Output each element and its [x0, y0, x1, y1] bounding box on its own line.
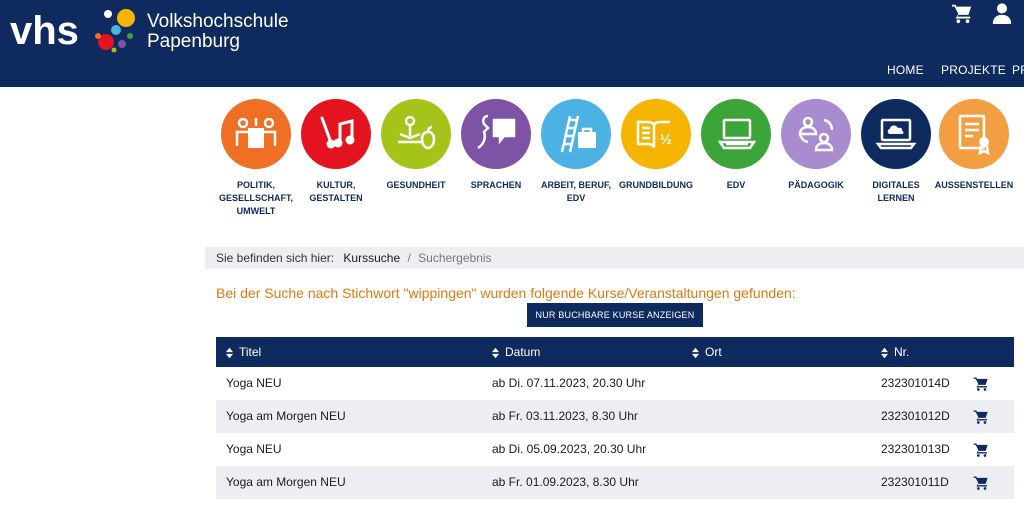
course-title[interactable]: Yoga NEU — [226, 433, 282, 466]
nav-projekte[interactable]: PROJEKTE — [941, 63, 1006, 77]
nav-home[interactable]: HOME — [887, 63, 924, 77]
category-digitales-label: DIGITALES LERNEN — [872, 180, 920, 203]
category-aussenstellen-circle[interactable] — [939, 99, 1009, 169]
meditation-apple-icon — [398, 115, 436, 150]
category-arbeit[interactable]: ARBEIT, BERUF, EDV — [536, 99, 616, 205]
course-date: ab Fr. 03.11.2023, 8.30 Uhr — [492, 409, 638, 423]
add-to-cart-icon[interactable] — [973, 442, 989, 457]
course-date: ab Di. 05.09.2023, 20.30 Uhr — [492, 442, 647, 456]
category-politik-circle[interactable] — [221, 99, 291, 169]
course-number: 232301014D — [881, 376, 950, 390]
site-header: vhs Volkshochschule Papenburg HOME PROJE… — [0, 0, 1024, 87]
category-sprachen-label: SPRACHEN — [470, 180, 522, 190]
speech-face-icon — [477, 114, 516, 150]
category-paedagogik-circle[interactable] — [781, 99, 851, 169]
category-grundbildung[interactable]: ½ GRUNDBILDUNG — [616, 99, 696, 192]
brand-name: Volkshochschule Papenburg — [147, 12, 289, 52]
category-grundbildung-label: GRUNDBILDUNG — [619, 180, 693, 190]
category-row: POLITIK, GESELLSCHAFT, UMWELT KULTUR, GE… — [216, 99, 1024, 229]
laptop-cloud-icon — [875, 118, 917, 150]
sort-icon — [881, 347, 888, 359]
column-header-datum[interactable]: Datum — [492, 337, 540, 367]
category-edv[interactable]: EDV — [696, 99, 776, 192]
people-board-icon — [235, 117, 277, 148]
table-row[interactable]: Yoga am Morgen NEU ab Fr. 03.11.2023, 8.… — [216, 400, 1014, 433]
category-kultur-label: KULTUR, GESTALTEN — [309, 180, 363, 203]
category-politik-label: POLITIK, GESELLSCHAFT, UMWELT — [218, 180, 293, 216]
column-header-ort[interactable]: Ort — [692, 337, 722, 367]
category-kultur-circle[interactable] — [301, 99, 371, 169]
category-digitales-lernen[interactable]: DIGITALES LERNEN — [856, 99, 936, 205]
category-grundbildung-circle[interactable]: ½ — [621, 99, 691, 169]
category-gesundheit-circle[interactable] — [381, 99, 451, 169]
category-sprachen[interactable]: SPRACHEN — [456, 99, 536, 192]
brush-music-icon — [320, 116, 355, 149]
certificate-icon — [958, 114, 990, 156]
search-result-heading: Bei der Suche nach Stichwort "wippingen"… — [216, 285, 796, 301]
add-to-cart-icon[interactable] — [973, 409, 989, 424]
course-date: ab Fr. 01.09.2023, 8.30 Uhr — [492, 475, 639, 489]
column-header-titel[interactable]: Titel — [226, 337, 261, 367]
svg-text:½: ½ — [660, 131, 672, 147]
column-header-label: Nr. — [894, 345, 910, 359]
category-paedagogik[interactable]: PÄDAGOGIK — [776, 99, 856, 192]
course-number: 232301011D — [881, 475, 949, 489]
bookable-filter-button[interactable]: NUR BUCHBARE KURSE ANZEIGEN — [527, 303, 703, 327]
column-header-label: Datum — [505, 345, 541, 359]
table-header: Titel Datum Ort Nr. — [216, 337, 1014, 367]
vhs-logo[interactable]: vhs — [10, 6, 140, 56]
ladder-briefcase-icon — [560, 115, 596, 153]
nav-more[interactable]: PR — [1012, 63, 1024, 77]
sort-icon — [692, 347, 699, 359]
category-aussenstellen-label: AUSSENSTELLEN — [934, 180, 1014, 190]
category-gesundheit-label: GESUNDHEIT — [386, 180, 446, 190]
svg-text:vhs: vhs — [10, 9, 79, 53]
category-sprachen-circle[interactable] — [461, 99, 531, 169]
course-number: 232301013D — [881, 442, 950, 456]
laptop-icon — [717, 118, 757, 150]
breadcrumb-prefix: Sie befinden sich hier: — [216, 251, 335, 265]
add-to-cart-icon[interactable] — [973, 376, 989, 391]
category-aussenstellen[interactable]: AUSSENSTELLEN — [934, 99, 1014, 192]
breadcrumb-current: Suchergebnis — [418, 251, 492, 265]
category-digitales-circle[interactable] — [861, 99, 931, 169]
category-kultur[interactable]: KULTUR, GESTALTEN — [296, 99, 376, 205]
sort-icon — [226, 347, 233, 359]
cart-icon[interactable] — [951, 2, 973, 24]
course-title[interactable]: Yoga am Morgen NEU — [226, 466, 346, 499]
category-paedagogik-label: PÄDAGOGIK — [788, 180, 844, 190]
persons-cycle-icon — [798, 116, 834, 152]
table-row[interactable]: Yoga NEU ab Di. 07.11.2023, 20.30 Uhr 23… — [216, 367, 1014, 400]
book-half-icon: ½ — [636, 120, 672, 149]
add-to-cart-icon[interactable] — [973, 475, 989, 490]
brand-line-1: Volkshochschule — [147, 11, 289, 32]
category-arbeit-label: ARBEIT, BERUF, EDV — [540, 180, 611, 203]
breadcrumb: Sie befinden sich hier: Kurssuche / Such… — [205, 247, 1024, 269]
course-title[interactable]: Yoga NEU — [226, 367, 282, 400]
sort-icon — [492, 347, 499, 359]
course-table: Titel Datum Ort Nr. Yoga NEU ab Di. 07.1… — [216, 337, 1014, 499]
table-row[interactable]: Yoga am Morgen NEU ab Fr. 01.09.2023, 8.… — [216, 466, 1014, 499]
breadcrumb-separator: / — [407, 251, 411, 265]
brand-line-2: Papenburg — [147, 31, 240, 52]
course-date: ab Di. 07.11.2023, 20.30 Uhr — [492, 376, 646, 390]
category-politik[interactable]: POLITIK, GESELLSCHAFT, UMWELT — [216, 99, 296, 218]
table-row[interactable]: Yoga NEU ab Di. 05.09.2023, 20.30 Uhr 23… — [216, 433, 1014, 466]
course-title[interactable]: Yoga am Morgen NEU — [226, 400, 346, 433]
user-icon[interactable] — [991, 2, 1013, 24]
column-header-label: Ort — [705, 345, 722, 359]
course-number: 232301012D — [881, 409, 950, 423]
category-arbeit-circle[interactable] — [541, 99, 611, 169]
column-header-nr[interactable]: Nr. — [881, 337, 909, 367]
breadcrumb-link-kurssuche[interactable]: Kurssuche — [343, 247, 400, 269]
category-edv-label: EDV — [726, 180, 746, 190]
category-gesundheit[interactable]: GESUNDHEIT — [376, 99, 456, 192]
column-header-label: Titel — [239, 345, 262, 359]
category-edv-circle[interactable] — [701, 99, 771, 169]
